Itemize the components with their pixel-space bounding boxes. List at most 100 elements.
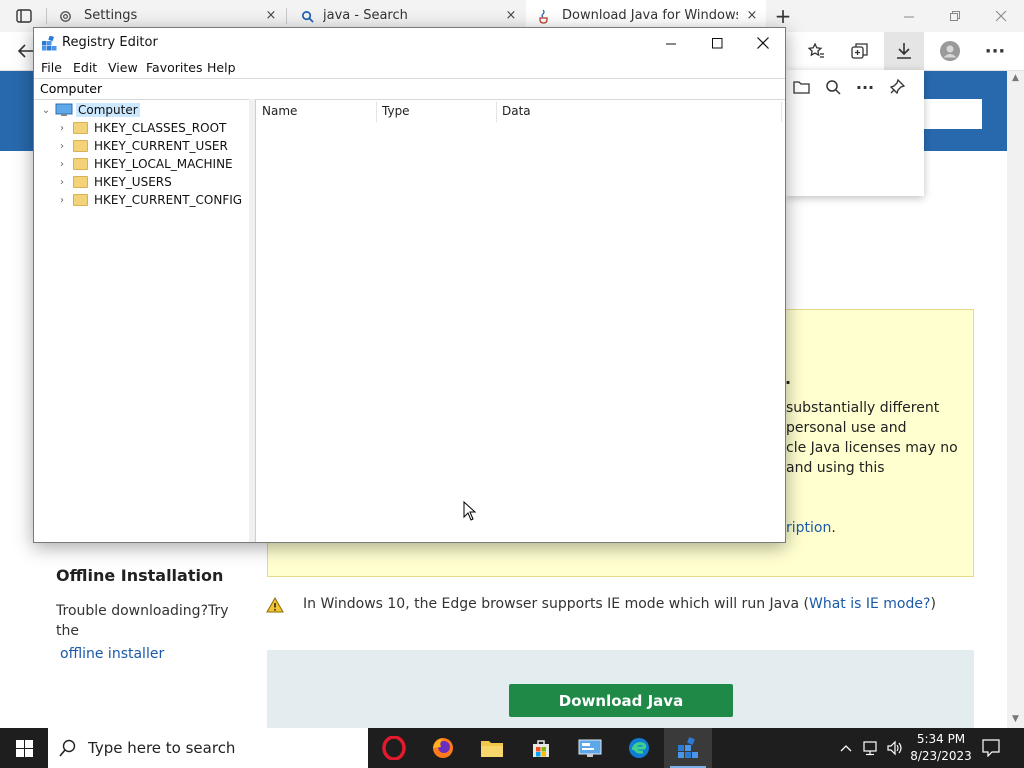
close-tab-icon[interactable]: × [503, 8, 519, 24]
control-panel-icon[interactable] [566, 728, 614, 768]
gear-icon [57, 8, 73, 24]
scroll-up-arrow[interactable]: ▲ [1007, 71, 1024, 85]
column-header-data[interactable]: Data [502, 104, 531, 118]
header-logo-fragment [22, 112, 28, 128]
search-placeholder: Type here to search [88, 739, 236, 757]
chevron-right-icon[interactable]: › [56, 123, 68, 134]
offline-installer-link[interactable]: offline installer [60, 646, 164, 662]
notice-line: substantially different [786, 400, 940, 416]
start-button[interactable] [0, 728, 48, 768]
ie-mode-note: In Windows 10, the Edge browser supports… [303, 596, 936, 612]
computer-icon [55, 103, 73, 117]
warning-icon [265, 596, 285, 614]
registry-editor-taskbar-icon[interactable] [664, 728, 712, 768]
scroll-down-arrow[interactable]: ▼ [1007, 712, 1024, 726]
close-tab-icon[interactable]: × [744, 8, 760, 24]
close-tab-icon[interactable]: × [263, 8, 279, 24]
tree-item-hive[interactable]: › HKEY_LOCAL_MACHINE [56, 155, 233, 173]
column-header-name[interactable]: Name [262, 104, 297, 118]
notice-line: and using this [786, 460, 885, 476]
expand-chevron-icon[interactable]: ⌄ [40, 105, 52, 116]
profile-avatar[interactable] [930, 32, 970, 70]
browser-minimize-button[interactable] [886, 0, 932, 32]
pane-splitter[interactable] [249, 99, 256, 542]
column-divider[interactable] [781, 102, 782, 122]
more-options-icon[interactable]: ··· [975, 32, 1015, 70]
address-bar[interactable]: Computer [34, 78, 785, 100]
search-icon [299, 8, 315, 24]
window-title: Registry Editor [62, 35, 158, 50]
ie-note-end: ) [930, 596, 936, 612]
downloads-icon[interactable] [884, 32, 924, 70]
folder-icon [73, 158, 88, 170]
tree-item-label: HKEY_USERS [94, 175, 172, 189]
open-folder-icon[interactable] [790, 76, 812, 98]
menu-bar: File Edit View Favorites Help [34, 58, 785, 78]
collections-icon[interactable] [840, 32, 880, 70]
chevron-right-icon[interactable]: › [56, 195, 68, 206]
tree-item-label: HKEY_CLASSES_ROOT [94, 121, 227, 135]
file-explorer-icon[interactable] [468, 728, 516, 768]
tab-actions-icon[interactable] [12, 6, 36, 26]
tree-item-label: HKEY_CURRENT_CONFIG [94, 193, 243, 207]
registry-editor-icon [41, 35, 57, 51]
tree-item-hive[interactable]: › HKEY_CLASSES_ROOT [56, 119, 226, 137]
values-list[interactable]: Name Type Data [256, 99, 785, 542]
maximize-button[interactable] [694, 28, 740, 58]
menu-view[interactable]: View [108, 60, 138, 75]
search-icon [58, 738, 78, 758]
tree-item-hive[interactable]: › HKEY_CURRENT_USER [56, 137, 228, 155]
microsoft-store-icon[interactable] [517, 728, 565, 768]
close-button[interactable] [740, 28, 786, 58]
download-java-button[interactable]: Download Java [509, 684, 733, 717]
firefox-icon[interactable] [419, 728, 467, 768]
tree-item-hive[interactable]: › HKEY_USERS [56, 173, 172, 191]
browser-close-button[interactable] [978, 0, 1024, 32]
minimize-button[interactable] [648, 28, 694, 58]
show-hidden-icons-chevron-icon[interactable] [836, 728, 856, 768]
ie-note-text: In Windows 10, the Edge browser supports… [303, 596, 809, 612]
address-text: Computer [40, 81, 103, 96]
menu-favorites[interactable]: Favorites [146, 60, 202, 75]
favorites-icon[interactable] [796, 32, 836, 70]
tab-label: java - Search [323, 8, 408, 23]
offline-text-line: the [56, 623, 79, 639]
notice-link-line: ription. [786, 520, 836, 536]
network-icon[interactable] [860, 728, 882, 768]
tree-item-label: HKEY_LOCAL_MACHINE [94, 157, 233, 171]
chevron-right-icon[interactable]: › [56, 177, 68, 188]
tree-item-label: HKEY_CURRENT_USER [94, 139, 228, 153]
header-search-box[interactable] [916, 99, 982, 129]
java-icon [536, 8, 552, 24]
column-divider[interactable] [376, 102, 377, 122]
new-tab-button[interactable]: + [772, 4, 794, 28]
volume-icon[interactable] [884, 728, 906, 768]
ie-mode-link[interactable]: What is IE mode? [809, 596, 930, 612]
browser-restore-button[interactable] [932, 0, 978, 32]
chevron-right-icon[interactable]: › [56, 141, 68, 152]
more-options-icon[interactable]: ··· [854, 76, 876, 98]
tree-item-hive[interactable]: › HKEY_CURRENT_CONFIG [56, 191, 242, 209]
tree-item-computer[interactable]: ⌄ Computer [40, 101, 140, 119]
pin-icon[interactable] [886, 76, 908, 98]
folder-icon [73, 140, 88, 152]
edge-icon[interactable] [615, 728, 663, 768]
chevron-right-icon[interactable]: › [56, 159, 68, 170]
column-header-type[interactable]: Type [382, 104, 410, 118]
title-bar[interactable]: Registry Editor [34, 28, 785, 58]
tab-label: Download Java for Windows [562, 8, 738, 23]
notifications-icon[interactable] [979, 728, 1003, 768]
search-downloads-icon[interactable] [822, 76, 844, 98]
folder-icon [73, 122, 88, 134]
menu-help[interactable]: Help [207, 60, 236, 75]
notice-link[interactable]: ription [786, 520, 831, 536]
menu-edit[interactable]: Edit [73, 60, 97, 75]
column-divider[interactable] [496, 102, 497, 122]
opera-icon[interactable] [370, 728, 418, 768]
registry-editor-window: Registry Editor File Edit View Favorites… [33, 27, 786, 543]
registry-tree: ⌄ Computer › HKEY_CLASSES_ROOT › HKEY_CU… [34, 99, 250, 542]
page-scrollbar[interactable] [1007, 71, 1024, 728]
menu-file[interactable]: File [41, 60, 62, 75]
taskbar-clock[interactable]: 5:34 PM 8/23/2023 [905, 731, 977, 765]
notice-line: cle Java licenses may no [786, 440, 958, 456]
